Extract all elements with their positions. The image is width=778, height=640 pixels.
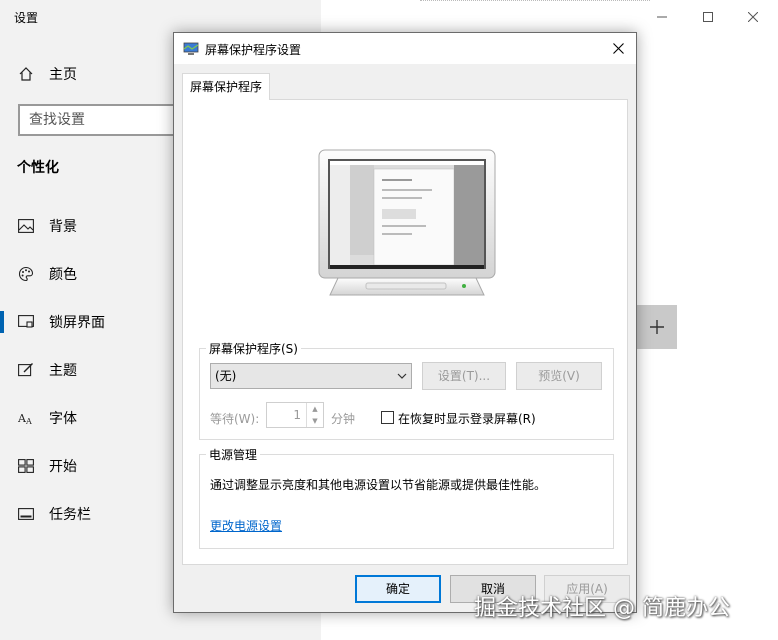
minimize-button[interactable]	[651, 6, 673, 28]
stepper-down-icon[interactable]: ▼	[307, 415, 323, 427]
wait-label: 等待(W):	[210, 412, 260, 426]
start-icon	[16, 456, 36, 476]
theme-icon	[16, 360, 36, 380]
sidebar-item-label: 开始	[49, 459, 77, 475]
group-label: 屏幕保护程序(S)	[206, 340, 301, 357]
lock-screen-icon	[16, 312, 36, 332]
dialog-close-button[interactable]	[608, 38, 628, 58]
svg-text:A: A	[25, 417, 32, 425]
preview-button[interactable]: 预览(V)	[516, 362, 602, 390]
close-icon	[612, 42, 624, 54]
maximize-button[interactable]	[697, 6, 719, 28]
screensaver-group: 屏幕保护程序(S) (无) 设置(T)... 预览(V) 等待(W): 1 ▲ …	[199, 340, 614, 440]
plus-icon	[650, 320, 664, 334]
watermark: 掘金技术社区 @ 简鹿办公	[474, 596, 730, 621]
palette-icon	[16, 264, 36, 284]
sidebar-item-label: 锁屏界面	[49, 315, 105, 331]
monitor-preview	[318, 149, 496, 296]
wait-minutes-stepper[interactable]: 1 ▲ ▼	[266, 402, 324, 428]
screensaver-dialog: 屏幕保护程序设置 屏幕保护程序 屏幕保护程序(S) (无) 设置(T)... 预…	[173, 32, 637, 613]
sidebar-item-label: 字体	[49, 411, 77, 427]
sidebar-item-label: 任务栏	[49, 507, 91, 523]
screensaver-icon	[183, 41, 199, 57]
resume-checkbox-label[interactable]: 在恢复时显示登录屏幕(R)	[398, 410, 536, 427]
stepper-buttons: ▲ ▼	[306, 403, 323, 427]
wait-value: 1	[293, 408, 301, 422]
tab-panel: 屏幕保护程序(S) (无) 设置(T)... 预览(V) 等待(W): 1 ▲ …	[182, 99, 628, 565]
image-icon	[16, 216, 36, 236]
sidebar-item-label: 背景	[49, 219, 77, 235]
change-power-settings-link[interactable]: 更改电源设置	[210, 517, 282, 534]
section-title: 个性化	[17, 160, 59, 176]
select-value: (无)	[215, 369, 237, 383]
add-button[interactable]	[637, 305, 677, 349]
sidebar-item-label: 主页	[49, 67, 77, 83]
power-group: 电源管理 通过调整显示亮度和其他电源设置以节省能源或提供最佳性能。 更改电源设置	[199, 446, 614, 549]
screensaver-select[interactable]: (无)	[210, 363, 412, 389]
stepper-up-icon[interactable]: ▲	[307, 403, 323, 415]
group-label: 电源管理	[206, 446, 261, 463]
taskbar-icon	[16, 504, 36, 524]
sidebar-item-label: 主题	[49, 363, 77, 379]
settings-window-title: 设置	[14, 11, 39, 25]
dialog-title: 屏幕保护程序设置	[205, 43, 302, 57]
tab-screensaver[interactable]: 屏幕保护程序	[182, 73, 271, 100]
window-close-button[interactable]	[742, 6, 764, 28]
dialog-titlebar[interactable]: 屏幕保护程序设置	[174, 33, 636, 64]
power-description: 通过调整显示亮度和其他电源设置以节省能源或提供最佳性能。	[210, 478, 547, 492]
minutes-label: 分钟	[331, 412, 356, 426]
font-icon: AA	[16, 408, 36, 428]
sidebar-item-label: 颜色	[49, 267, 77, 283]
home-icon	[16, 64, 36, 84]
settings-button[interactable]: 设置(T)...	[422, 362, 506, 390]
resume-checkbox[interactable]	[381, 411, 394, 424]
ok-button[interactable]: 确定	[355, 575, 441, 603]
chevron-down-icon	[397, 373, 407, 379]
divider	[420, 0, 650, 1]
